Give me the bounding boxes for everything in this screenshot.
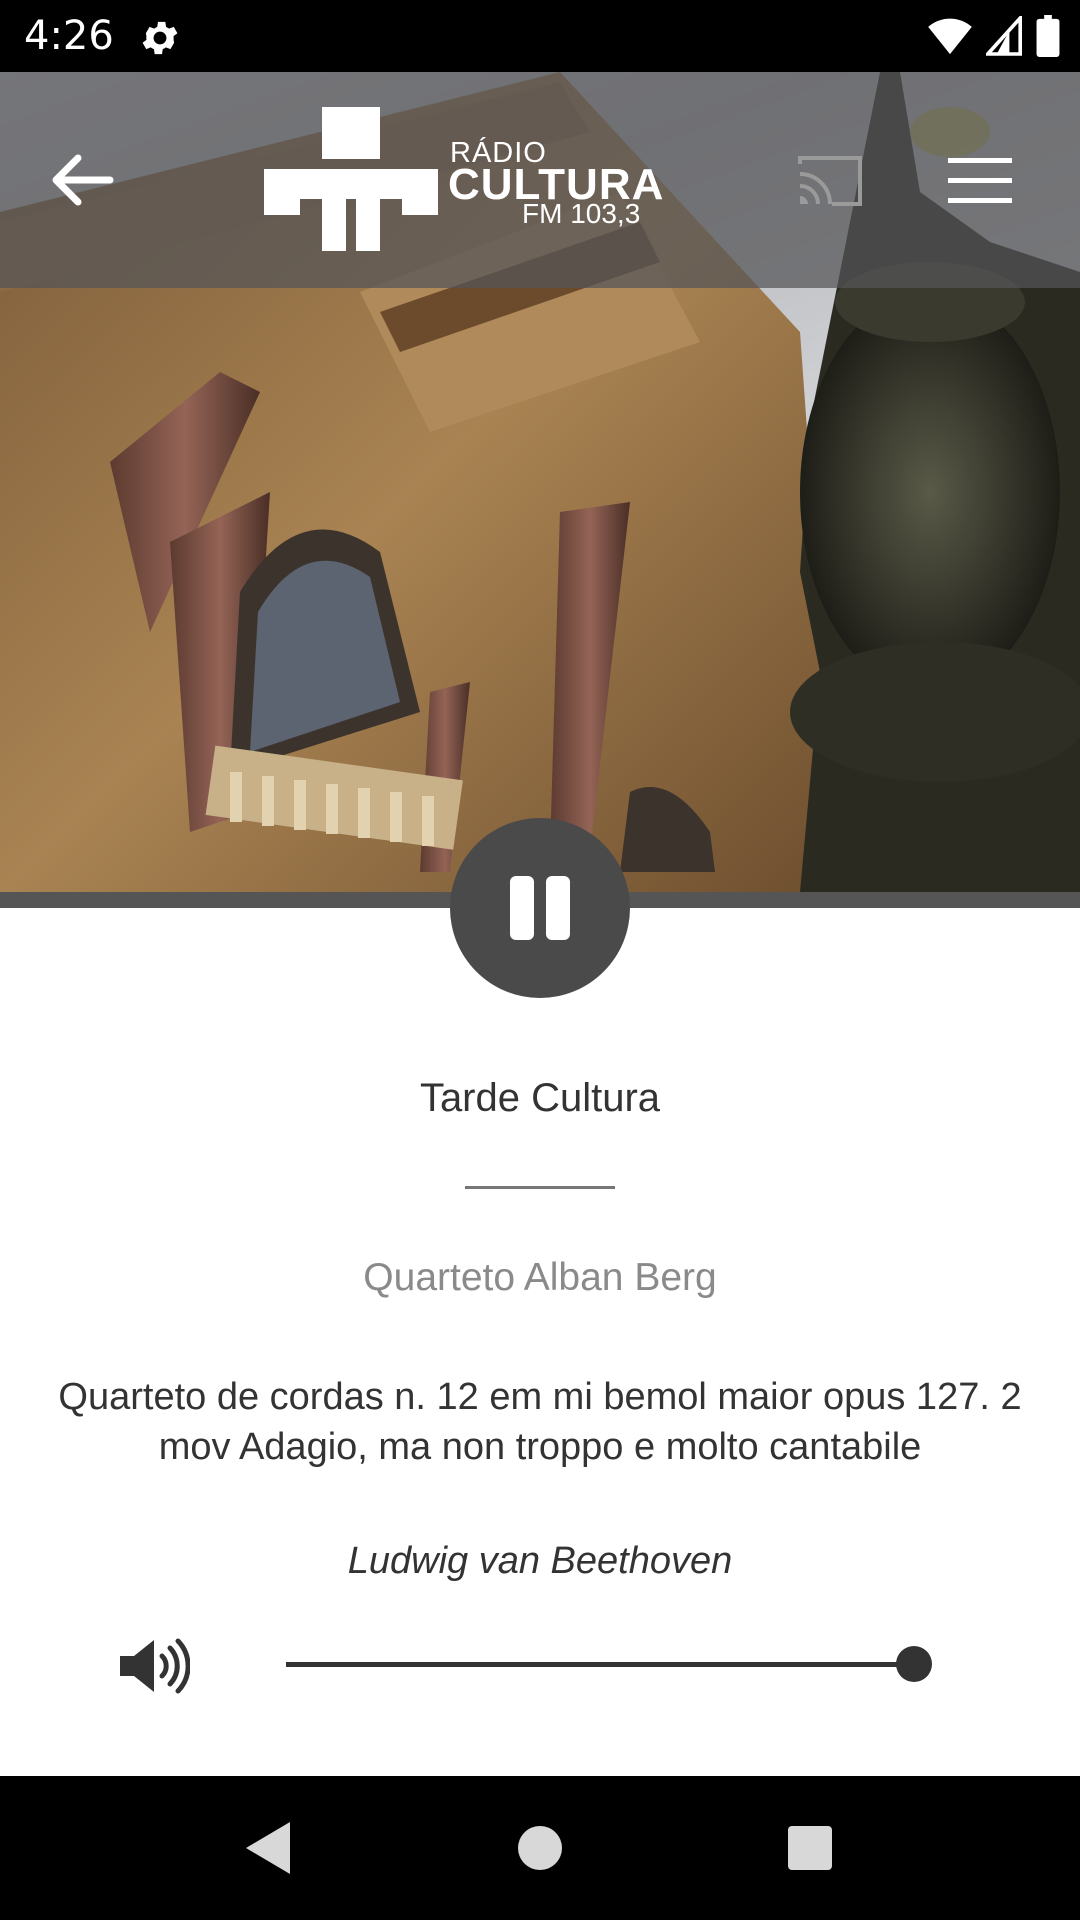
status-icons bbox=[928, 14, 1060, 58]
system-nav-bar bbox=[0, 1776, 1080, 1920]
volume-icon[interactable] bbox=[118, 1636, 190, 1696]
artist-name: Quarteto Alban Berg bbox=[363, 1256, 717, 1299]
logo-frequency-text: FM 103,3 bbox=[522, 198, 641, 229]
composer-name: Ludwig van Beethoven bbox=[347, 1540, 733, 1582]
nav-home-icon[interactable] bbox=[510, 1818, 570, 1878]
pause-button[interactable] bbox=[450, 818, 630, 998]
volume-slider-track[interactable] bbox=[286, 1662, 914, 1667]
pause-icon bbox=[510, 876, 534, 940]
cast-icon[interactable] bbox=[796, 152, 866, 208]
nav-recents-icon[interactable] bbox=[780, 1818, 840, 1878]
hamburger-menu-icon[interactable] bbox=[946, 156, 1014, 206]
pause-icon bbox=[546, 876, 570, 940]
nav-back-icon[interactable] bbox=[240, 1818, 300, 1878]
status-time: 4:26 bbox=[24, 13, 114, 59]
program-title: Tarde Cultura bbox=[419, 1076, 661, 1120]
volume-slider-thumb[interactable] bbox=[896, 1646, 932, 1682]
signal-icon bbox=[986, 16, 1022, 56]
gear-icon bbox=[142, 21, 178, 55]
arrow-left-icon[interactable] bbox=[44, 150, 116, 210]
track-title: Quarteto de cordas n. 12 em mi bemol mai… bbox=[58, 1376, 1022, 1468]
wifi-icon bbox=[928, 18, 972, 55]
battery-icon bbox=[1036, 15, 1060, 57]
divider bbox=[465, 1186, 615, 1189]
status-bar: 4:26 bbox=[0, 0, 1080, 72]
logo-mark-icon bbox=[264, 107, 438, 251]
